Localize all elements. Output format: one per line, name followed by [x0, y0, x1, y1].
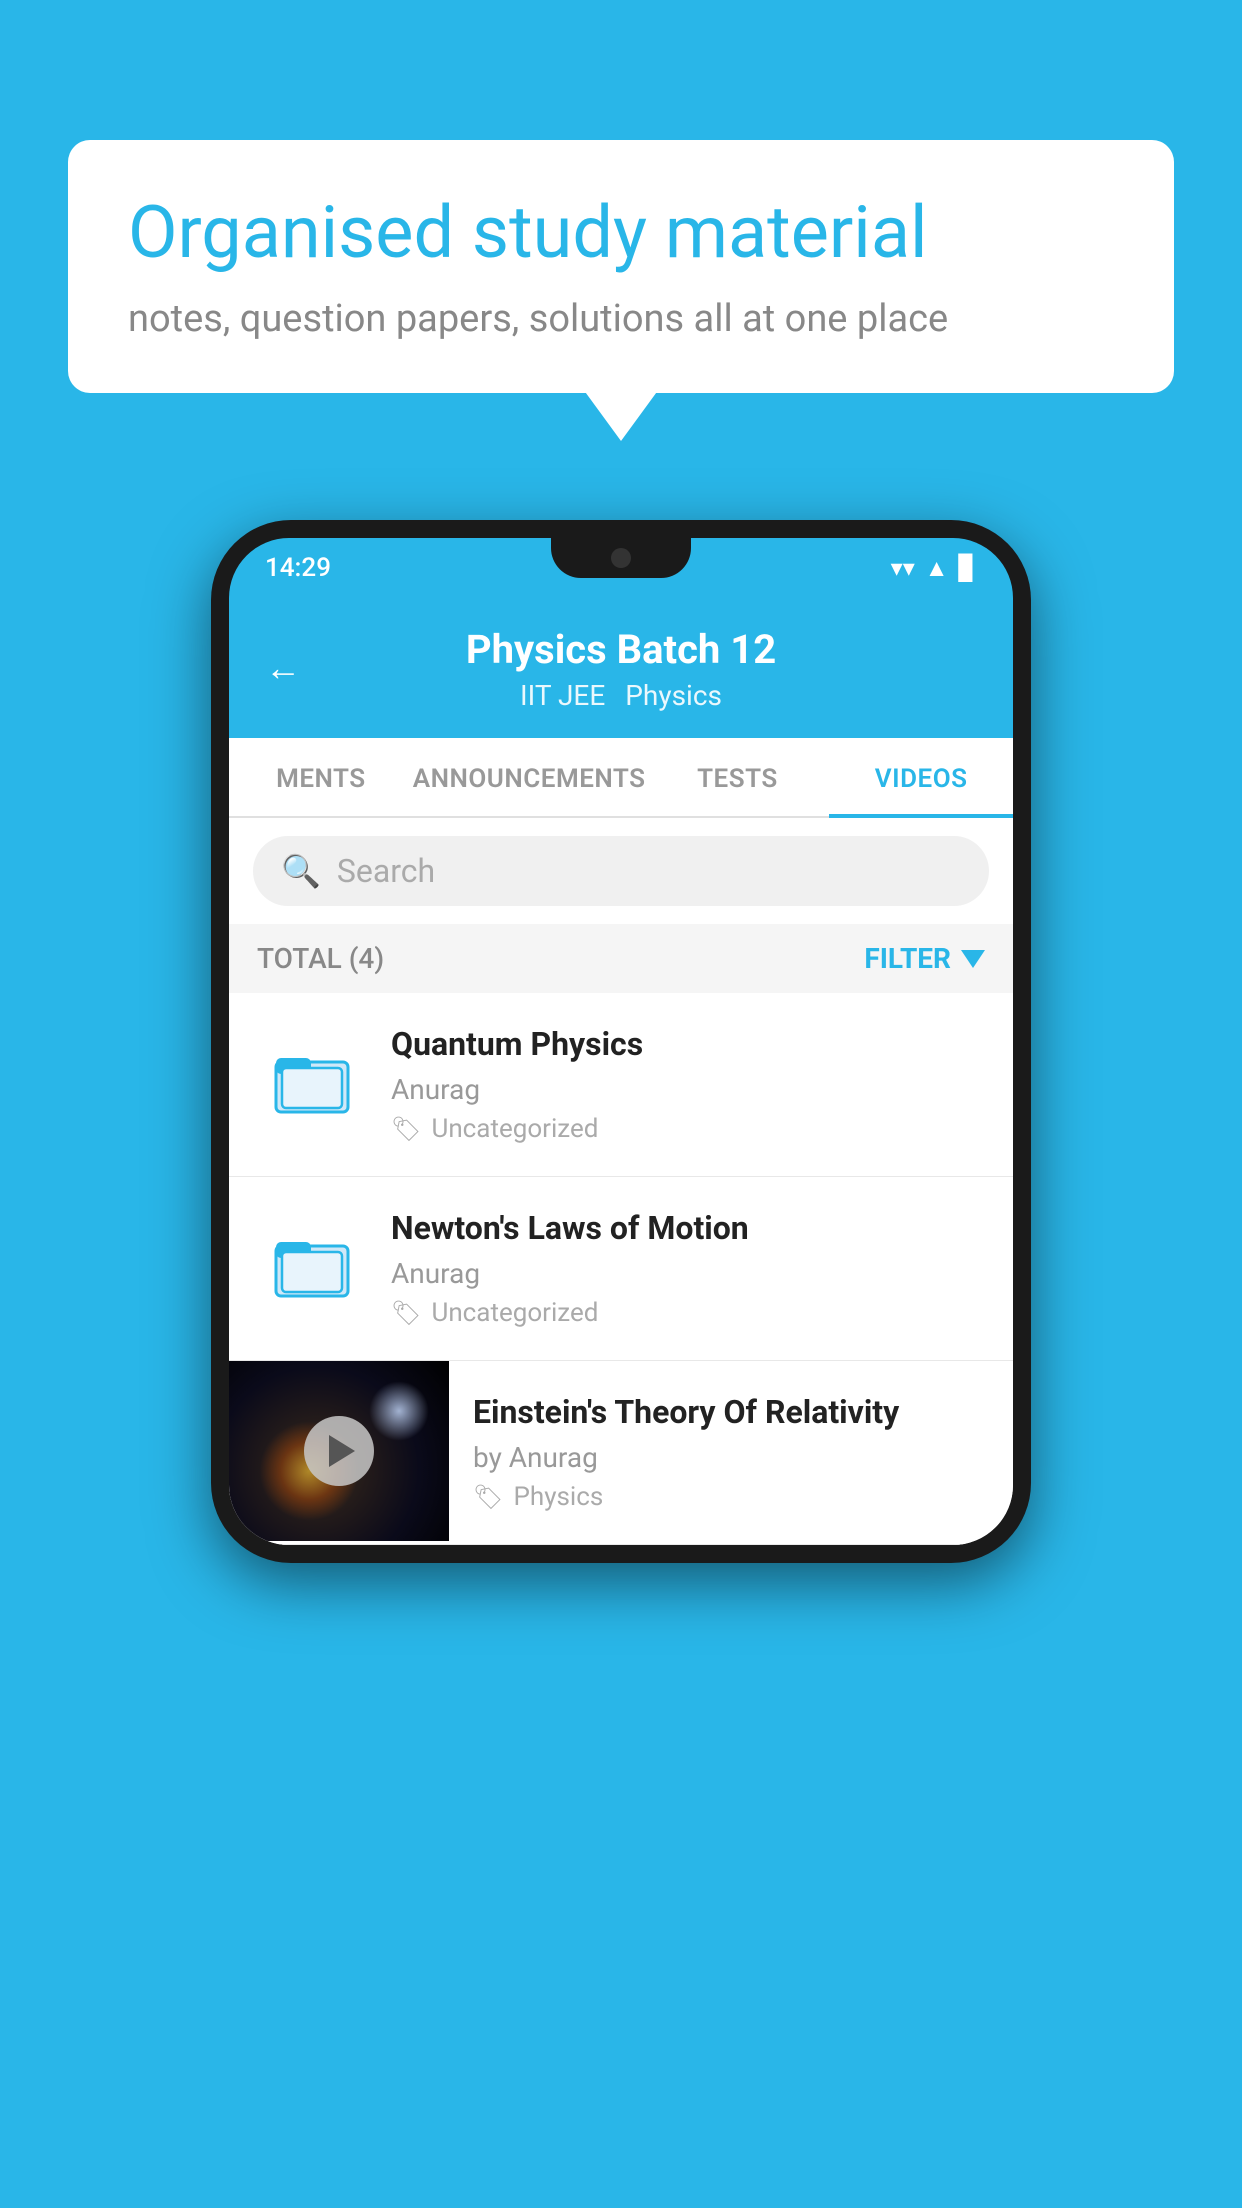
video-thumbnail-2: [257, 1209, 367, 1319]
einstein-tag-label: Physics: [513, 1482, 603, 1512]
header-subtitle-left: IIT JEE: [520, 679, 605, 712]
einstein-thumbnail: [229, 1361, 449, 1541]
tag-icon-2: 🏷: [391, 1299, 421, 1327]
play-icon: [329, 1435, 355, 1467]
header-subtitle: IIT JEE Physics: [520, 679, 722, 712]
bubble-subtitle: notes, question papers, solutions all at…: [128, 297, 1114, 341]
video-title-2: Newton's Laws of Motion: [391, 1209, 985, 1247]
einstein-author: by Anurag: [473, 1441, 989, 1474]
status-bar: 14:29 ▾▾ ▲ ▊: [229, 538, 1013, 598]
video-info-2: Newton's Laws of Motion Anurag 🏷 Uncateg…: [391, 1209, 985, 1328]
tab-videos[interactable]: VIDEOS: [829, 738, 1013, 816]
video-author-2: Anurag: [391, 1257, 985, 1290]
video-tag-label-2: Uncategorized: [431, 1298, 598, 1328]
phone-screen: ← Physics Batch 12 IIT JEE Physics MENTS…: [229, 598, 1013, 1545]
list-item[interactable]: Newton's Laws of Motion Anurag 🏷 Uncateg…: [229, 1177, 1013, 1361]
tab-ments[interactable]: MENTS: [229, 738, 413, 816]
folder-icon: [272, 1224, 352, 1304]
tabs-bar: MENTS ANNOUNCEMENTS TESTS VIDEOS: [229, 738, 1013, 818]
list-item[interactable]: Quantum Physics Anurag 🏷 Uncategorized: [229, 993, 1013, 1177]
einstein-glow2: [369, 1381, 429, 1441]
video-author-1: Anurag: [391, 1073, 985, 1106]
total-count: TOTAL (4): [257, 942, 384, 975]
filter-icon: [961, 950, 985, 968]
phone-outer: 14:29 ▾▾ ▲ ▊ ← Physics Batch 12 IIT JEE …: [211, 520, 1031, 1563]
search-bar-container: 🔍 Search: [229, 818, 1013, 924]
search-icon: 🔍: [281, 852, 321, 890]
video-tag-1: 🏷 Uncategorized: [391, 1114, 985, 1144]
einstein-title: Einstein's Theory Of Relativity: [473, 1393, 989, 1431]
back-button[interactable]: ←: [265, 647, 301, 689]
status-time: 14:29: [265, 553, 331, 583]
header-title: Physics Batch 12: [466, 626, 776, 673]
search-bar[interactable]: 🔍 Search: [253, 836, 989, 906]
phone-wrapper: 14:29 ▾▾ ▲ ▊ ← Physics Batch 12 IIT JEE …: [211, 520, 1031, 1563]
notch: [551, 538, 691, 578]
tab-announcements[interactable]: ANNOUNCEMENTS: [413, 738, 646, 816]
header-subtitle-right: Physics: [625, 679, 722, 712]
folder-icon: [272, 1040, 352, 1120]
filter-bar: TOTAL (4) FILTER: [229, 924, 1013, 993]
einstein-info: Einstein's Theory Of Relativity by Anura…: [449, 1361, 1013, 1544]
battery-icon: ▊: [959, 554, 977, 582]
filter-label: FILTER: [864, 942, 951, 975]
search-input[interactable]: Search: [337, 852, 435, 890]
video-info-1: Quantum Physics Anurag 🏷 Uncategorized: [391, 1025, 985, 1144]
camera-dot: [611, 548, 631, 568]
video-tag-label-1: Uncategorized: [431, 1114, 598, 1144]
video-title-1: Quantum Physics: [391, 1025, 985, 1063]
einstein-tag: 🏷 Physics: [473, 1482, 989, 1512]
play-button[interactable]: [304, 1416, 374, 1486]
speech-bubble: Organised study material notes, question…: [68, 140, 1174, 393]
list-item[interactable]: Einstein's Theory Of Relativity by Anura…: [229, 1361, 1013, 1545]
tag-icon-1: 🏷: [391, 1115, 421, 1143]
speech-bubble-wrapper: Organised study material notes, question…: [68, 140, 1174, 393]
status-icons: ▾▾ ▲ ▊: [891, 554, 977, 583]
video-list: Quantum Physics Anurag 🏷 Uncategorized: [229, 993, 1013, 1545]
app-header: ← Physics Batch 12 IIT JEE Physics: [229, 598, 1013, 738]
tag-icon-3: 🏷: [473, 1483, 503, 1511]
signal-icon: ▲: [925, 554, 949, 583]
video-tag-2: 🏷 Uncategorized: [391, 1298, 985, 1328]
bubble-title: Organised study material: [128, 192, 1114, 275]
wifi-icon: ▾▾: [891, 554, 915, 582]
video-thumbnail-1: [257, 1025, 367, 1135]
tab-tests[interactable]: TESTS: [646, 738, 830, 816]
filter-button[interactable]: FILTER: [864, 942, 985, 975]
